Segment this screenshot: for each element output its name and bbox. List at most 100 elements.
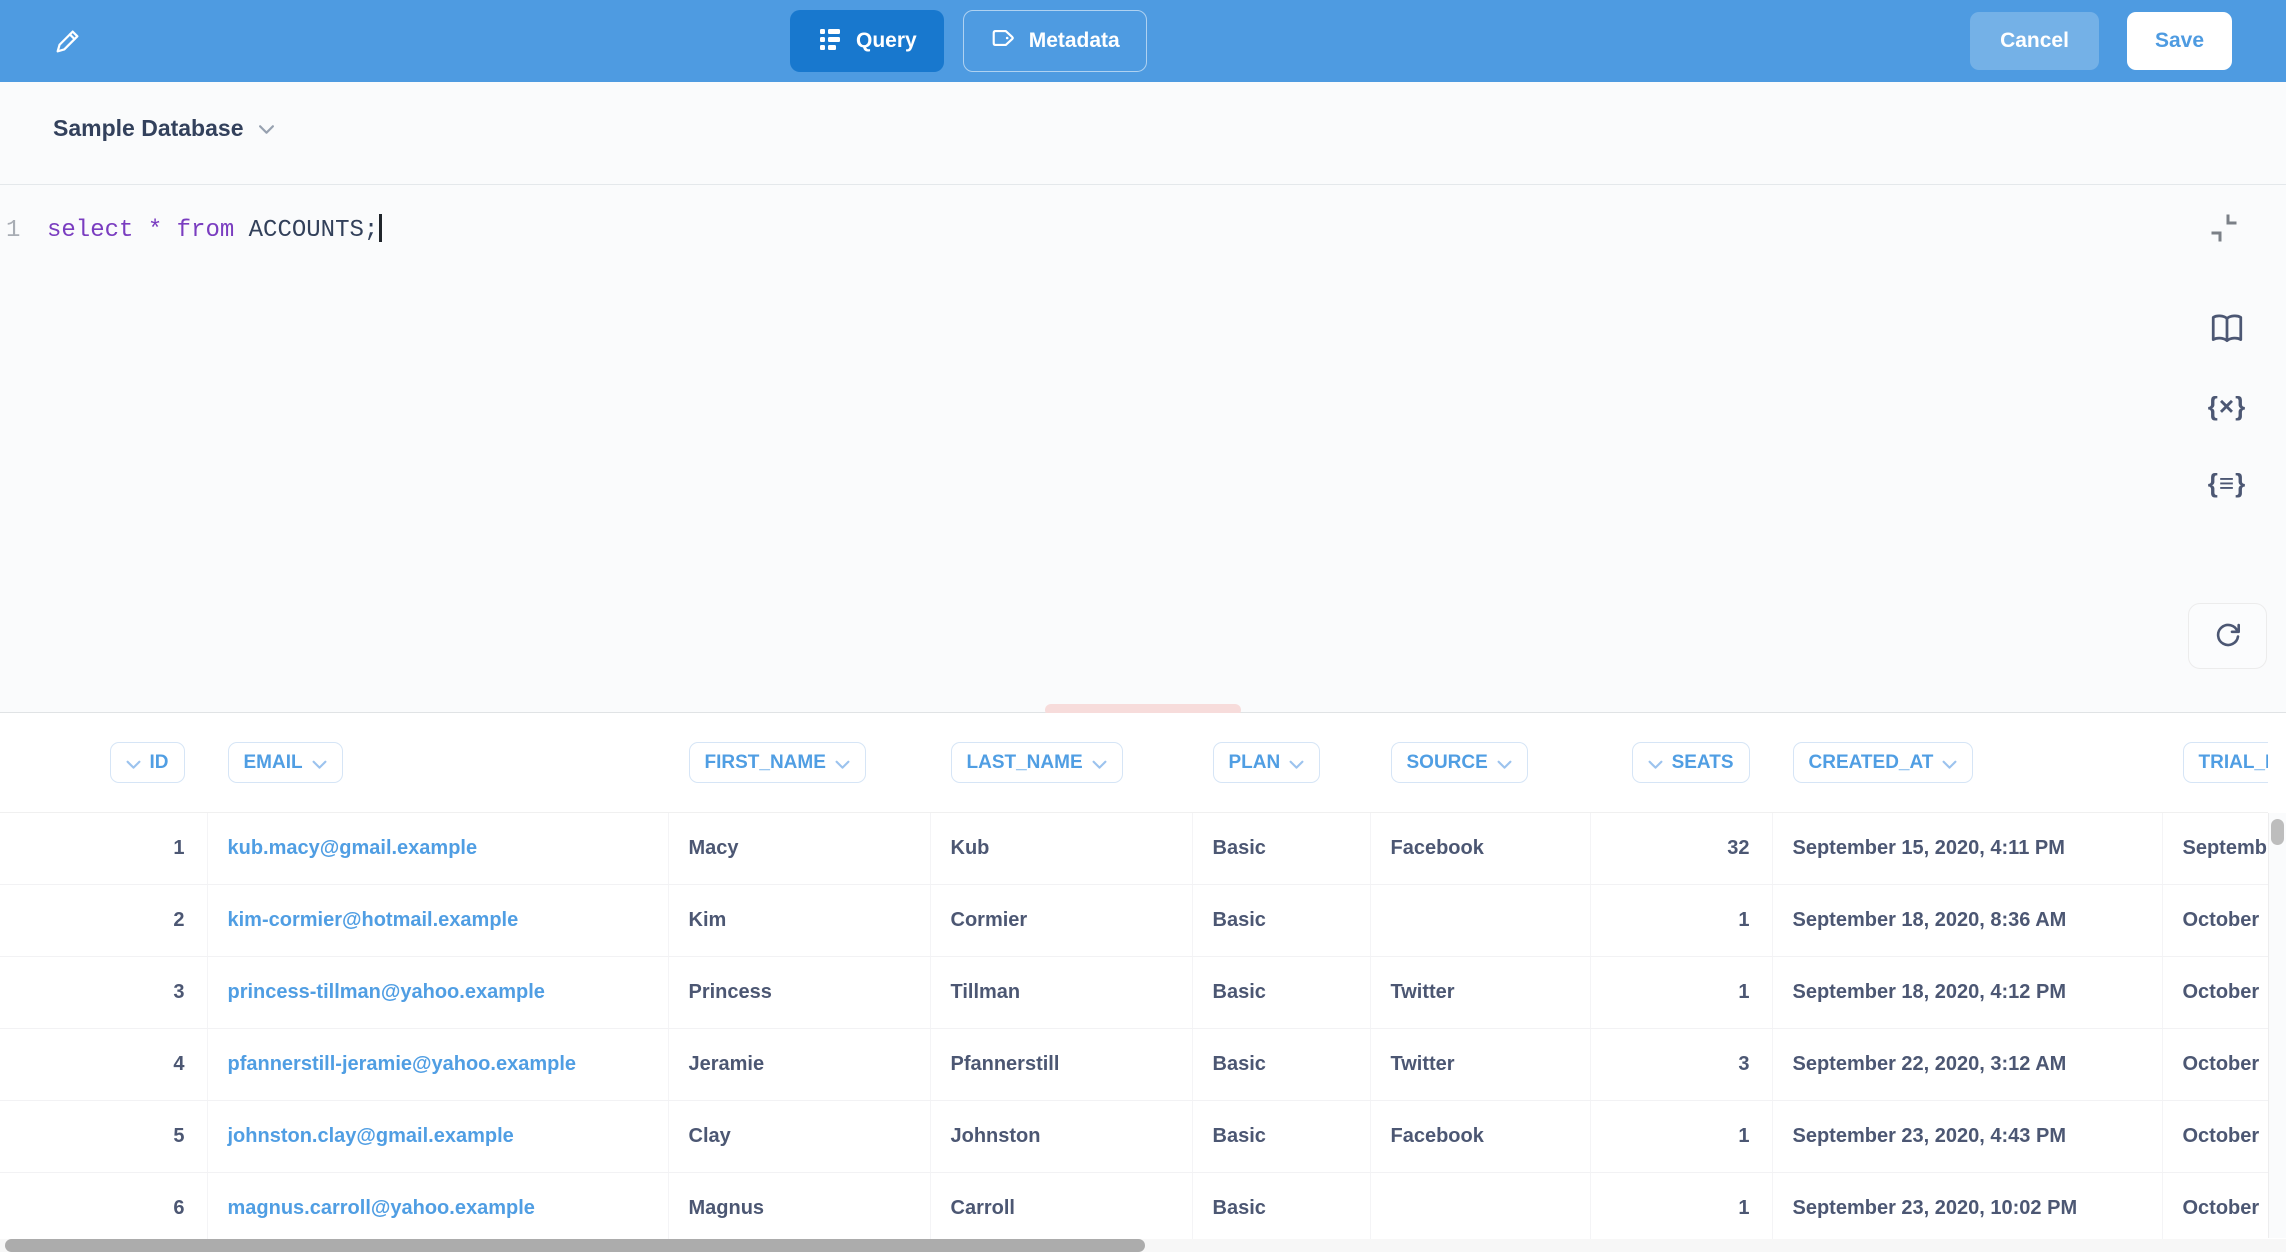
column-header-pill-id[interactable]: ID — [110, 742, 185, 783]
column-header-pill-created-at[interactable]: CREATED_AT — [1793, 742, 1974, 783]
cell-plan[interactable]: Basic — [1192, 1029, 1370, 1101]
cancel-button[interactable]: Cancel — [1970, 12, 2099, 70]
email-link-cell[interactable]: kub.macy@gmail.example — [207, 813, 668, 885]
column-header-pill-email[interactable]: EMAIL — [228, 742, 343, 783]
chevron-down-icon — [1648, 758, 1663, 770]
column-header-pill-first-name[interactable]: FIRST_NAME — [689, 742, 866, 783]
cell-source[interactable]: Facebook — [1370, 813, 1590, 885]
database-selector[interactable]: Sample Database — [53, 115, 275, 142]
column-header-id: ID — [0, 713, 207, 813]
email-link-cell[interactable]: kim-cormier@hotmail.example — [207, 885, 668, 957]
horizontal-scrollbar-thumb[interactable] — [5, 1239, 1145, 1252]
cell-first-name[interactable]: Clay — [668, 1101, 930, 1173]
cell-id[interactable]: 1 — [0, 813, 207, 885]
cell-trial-e[interactable]: October — [2162, 1029, 2268, 1101]
cell-plan[interactable]: Basic — [1192, 1173, 1370, 1245]
cell-seats[interactable]: 1 — [1590, 885, 1772, 957]
cell-id[interactable]: 3 — [0, 957, 207, 1029]
sql-snippet-icon[interactable]: {×} — [2205, 384, 2249, 428]
topbar-actions: Cancel Save — [1970, 12, 2232, 70]
column-header-pill-source[interactable]: SOURCE — [1391, 742, 1528, 783]
cell-seats[interactable]: 1 — [1590, 1101, 1772, 1173]
cell-created-at[interactable]: September 18, 2020, 4:12 PM — [1772, 957, 2162, 1029]
column-header-pill-last-name[interactable]: LAST_NAME — [951, 742, 1123, 783]
query-results-panel: ID EMAIL FIRST_NAME LAST_NAME PLAN SOURCE SEAT… — [0, 713, 2286, 1252]
chevron-down-icon — [1942, 758, 1957, 770]
tab-metadata-label: Metadata — [1029, 29, 1120, 53]
cell-source[interactable]: Twitter — [1370, 957, 1590, 1029]
save-button[interactable]: Save — [2127, 12, 2232, 70]
cell-id[interactable]: 2 — [0, 885, 207, 957]
cell-id[interactable]: 4 — [0, 1029, 207, 1101]
column-header-pill-plan[interactable]: PLAN — [1213, 742, 1321, 783]
table-header-row: ID EMAIL FIRST_NAME LAST_NAME PLAN SOURCE SEAT… — [0, 713, 2268, 813]
cell-source[interactable]: Facebook — [1370, 1101, 1590, 1173]
cell-first-name[interactable]: Macy — [668, 813, 930, 885]
column-label: SEATS — [1672, 752, 1734, 774]
cell-seats[interactable]: 1 — [1590, 1173, 1772, 1245]
database-row: Sample Database — [0, 82, 2286, 185]
cell-plan[interactable]: Basic — [1192, 813, 1370, 885]
column-header-pill-seats[interactable]: SEATS — [1632, 742, 1750, 783]
horizontal-scrollbar[interactable] — [0, 1239, 2286, 1252]
cell-first-name[interactable]: Magnus — [668, 1173, 930, 1245]
column-label: TRIAL_E — [2199, 752, 2269, 774]
vertical-scrollbar[interactable] — [2268, 813, 2286, 1238]
cell-plan[interactable]: Basic — [1192, 957, 1370, 1029]
tab-query-label: Query — [856, 29, 917, 53]
column-header-email: EMAIL — [207, 713, 668, 813]
table-row: 6magnus.carroll@yahoo.exampleMagnusCarro… — [0, 1173, 2268, 1245]
cell-last-name[interactable]: Tillman — [930, 957, 1192, 1029]
sql-code-editor[interactable]: 1 select * from ACCOUNTS; — [0, 185, 2286, 247]
cell-created-at[interactable]: September 23, 2020, 4:43 PM — [1772, 1101, 2162, 1173]
email-link-cell[interactable]: pfannerstill-jeramie@yahoo.example — [207, 1029, 668, 1101]
cell-seats[interactable]: 1 — [1590, 957, 1772, 1029]
column-header-pill-trial-e[interactable]: TRIAL_E — [2183, 742, 2269, 783]
cell-source[interactable] — [1370, 1173, 1590, 1245]
cell-first-name[interactable]: Kim — [668, 885, 930, 957]
data-reference-book-icon[interactable] — [2205, 307, 2249, 351]
email-link-cell[interactable]: magnus.carroll@yahoo.example — [207, 1173, 668, 1245]
cell-first-name[interactable]: Jeramie — [668, 1029, 930, 1101]
cell-plan[interactable]: Basic — [1192, 885, 1370, 957]
email-link-cell[interactable]: johnston.clay@gmail.example — [207, 1101, 668, 1173]
cell-trial-e[interactable]: October — [2162, 957, 2268, 1029]
cell-seats[interactable]: 32 — [1590, 813, 1772, 885]
cell-seats[interactable]: 3 — [1590, 1029, 1772, 1101]
sql-text: select * from ACCOUNTS; — [30, 215, 382, 247]
vertical-scrollbar-thumb[interactable] — [2271, 819, 2284, 845]
cell-id[interactable]: 6 — [0, 1173, 207, 1245]
cell-created-at[interactable]: September 18, 2020, 8:36 AM — [1772, 885, 2162, 957]
snippet-list-icon[interactable]: {≡} — [2205, 461, 2249, 505]
cell-plan[interactable]: Basic — [1192, 1101, 1370, 1173]
cell-last-name[interactable]: Kub — [930, 813, 1192, 885]
sql-code-line: 1 select * from ACCOUNTS; — [0, 215, 2286, 247]
cell-first-name[interactable]: Princess — [668, 957, 930, 1029]
cell-trial-e[interactable]: Septemb — [2162, 813, 2268, 885]
table-row: 1kub.macy@gmail.exampleMacyKubBasicFaceb… — [0, 813, 2268, 885]
cell-last-name[interactable]: Cormier — [930, 885, 1192, 957]
column-header-seats: SEATS — [1590, 713, 1772, 813]
edit-pencil-icon[interactable] — [46, 21, 90, 61]
column-label: CREATED_AT — [1809, 752, 1934, 774]
run-query-refresh-button[interactable] — [2188, 603, 2267, 669]
sql-editor-panel: Sample Database 1 select * from ACCOUNTS… — [0, 82, 2286, 712]
cell-id[interactable]: 5 — [0, 1101, 207, 1173]
cell-created-at[interactable]: September 15, 2020, 4:11 PM — [1772, 813, 2162, 885]
top-bar: Query Metadata Cancel Save — [0, 0, 2286, 82]
cell-created-at[interactable]: September 23, 2020, 10:02 PM — [1772, 1173, 2162, 1245]
cell-trial-e[interactable]: October — [2162, 1101, 2268, 1173]
cell-trial-e[interactable]: October — [2162, 885, 2268, 957]
column-label: PLAN — [1229, 752, 1281, 774]
cell-last-name[interactable]: Pfannerstill — [930, 1029, 1192, 1101]
email-link-cell[interactable]: princess-tillman@yahoo.example — [207, 957, 668, 1029]
cell-source[interactable]: Twitter — [1370, 1029, 1590, 1101]
tab-metadata[interactable]: Metadata — [963, 10, 1147, 72]
tab-query[interactable]: Query — [790, 10, 944, 72]
cell-source[interactable] — [1370, 885, 1590, 957]
cell-trial-e[interactable]: October — [2162, 1173, 2268, 1245]
cell-last-name[interactable]: Johnston — [930, 1101, 1192, 1173]
cell-last-name[interactable]: Carroll — [930, 1173, 1192, 1245]
cell-created-at[interactable]: September 22, 2020, 3:12 AM — [1772, 1029, 2162, 1101]
query-list-icon — [817, 25, 843, 57]
